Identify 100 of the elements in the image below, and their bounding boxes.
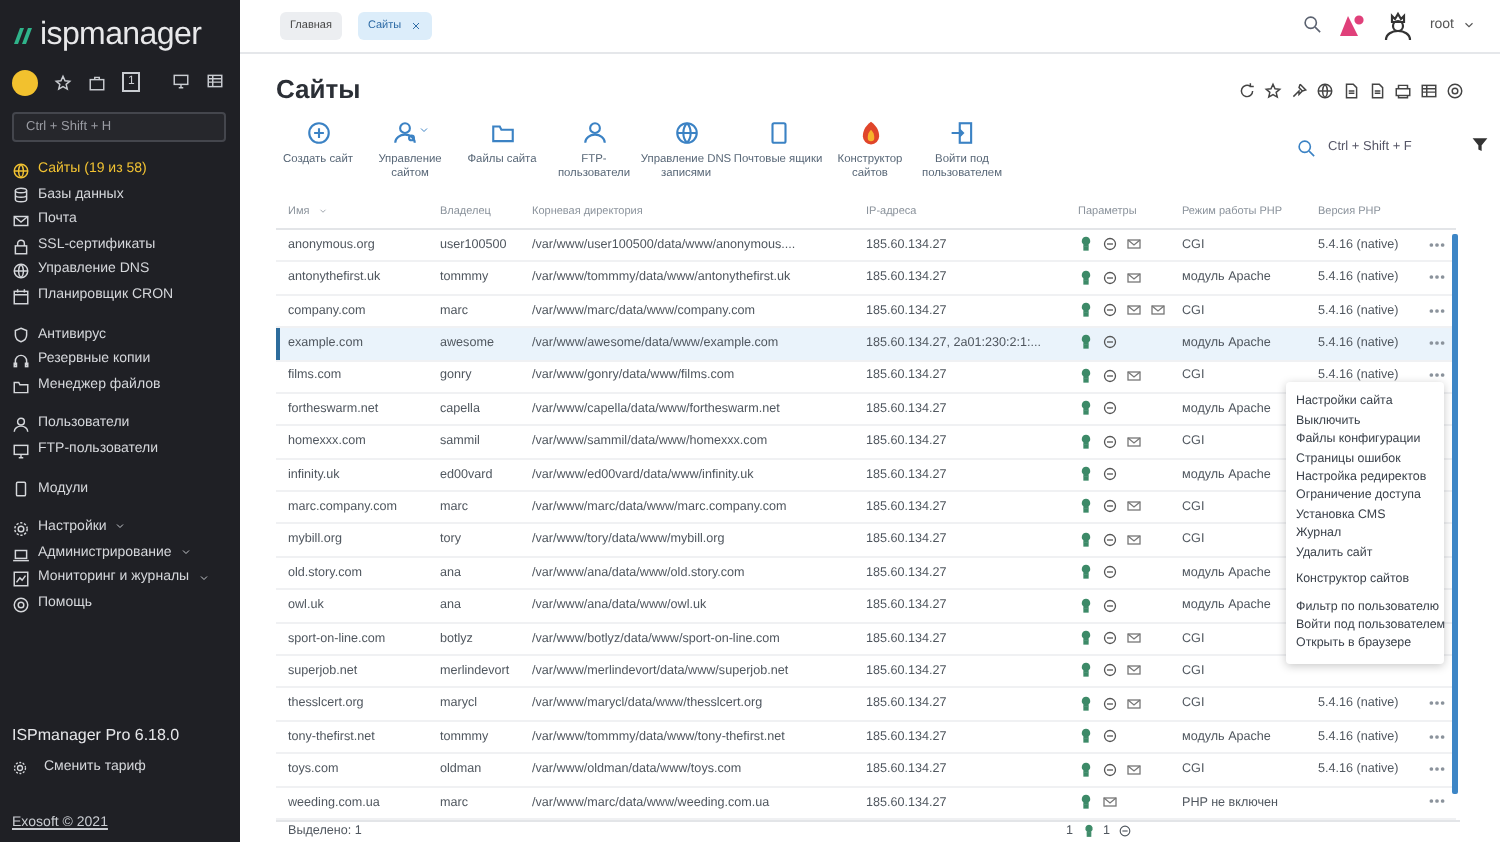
search-icon	[1296, 137, 1316, 158]
star-icon	[54, 73, 72, 91]
envelope-icon	[1126, 629, 1142, 646]
page-title: Сайты	[276, 74, 361, 107]
bulb-icon	[1078, 662, 1094, 679]
globe-icon	[12, 161, 30, 180]
minus-circle-icon	[1102, 597, 1118, 614]
alert-icon[interactable]	[1337, 13, 1366, 38]
logo-text: ispmanager	[40, 20, 202, 52]
minus-circle-icon	[1102, 695, 1118, 712]
bulb-icon	[1078, 793, 1094, 810]
user-gear-icon	[391, 119, 417, 146]
globe-icon	[1316, 81, 1334, 100]
minus-circle-icon	[1102, 400, 1118, 417]
tablet-icon	[12, 480, 30, 499]
table-icon	[1420, 81, 1438, 100]
minus-circle-icon	[1102, 334, 1118, 351]
version-text: ISPmanager Pro 6.18.0	[12, 723, 182, 748]
document-icon	[1342, 81, 1360, 100]
envelope-icon	[1126, 433, 1142, 450]
bulb-icon	[1078, 728, 1094, 745]
bulb-icon	[1078, 236, 1094, 253]
shield-icon	[12, 326, 30, 345]
minus-circle-icon	[1102, 498, 1118, 515]
globe-icon	[12, 262, 30, 281]
avatar-icon[interactable]	[12, 69, 38, 95]
envelope-icon	[1126, 367, 1142, 384]
briefcase-icon	[88, 73, 106, 91]
bulb-icon	[1078, 302, 1094, 319]
pin-icon	[1290, 81, 1308, 100]
bulb-icon	[1078, 629, 1094, 646]
envelope-icon	[1126, 269, 1142, 286]
chart-icon	[12, 570, 30, 589]
minus-circle-icon	[1102, 302, 1118, 319]
bulb-icon	[1078, 334, 1094, 351]
minus-circle-icon	[1102, 531, 1118, 548]
gear-icon	[12, 760, 28, 777]
minus-circle-icon	[1102, 662, 1118, 679]
bulb-icon	[1078, 695, 1094, 712]
star-icon	[1264, 81, 1282, 100]
envelope-icon	[1126, 662, 1142, 679]
printer-icon	[1394, 81, 1412, 100]
bulb-icon	[1078, 269, 1094, 286]
user-avatar-icon[interactable]	[1381, 9, 1414, 42]
user-icon	[581, 119, 607, 146]
minus-circle-icon	[1102, 236, 1118, 253]
caret-icon	[1462, 18, 1476, 33]
sort-icon	[317, 206, 328, 217]
logo-icon	[12, 26, 32, 46]
lifebuoy-icon	[12, 595, 30, 614]
folder-icon	[12, 377, 30, 396]
envelope-icon	[1126, 761, 1142, 777]
chevron-down-icon	[114, 520, 127, 533]
minus-circle-icon	[1102, 564, 1118, 581]
laptop-icon	[12, 545, 30, 564]
envelope-icon	[1102, 793, 1118, 810]
folder-icon	[489, 119, 515, 146]
envelope-icon	[1126, 236, 1142, 253]
search-icon	[1301, 14, 1322, 35]
gear-icon	[12, 519, 30, 538]
bulb-icon	[1078, 367, 1094, 384]
calendar-icon	[12, 287, 30, 306]
envelope-icon	[1150, 302, 1166, 319]
envelope-icon	[1126, 302, 1142, 319]
list-icon	[206, 71, 225, 90]
caret-icon	[417, 124, 429, 137]
minus-circle-icon	[1102, 367, 1118, 384]
bulb-icon	[1078, 465, 1094, 482]
minus-circle-icon	[1118, 824, 1133, 839]
bulb-icon	[1078, 531, 1094, 548]
minus-circle-icon	[1102, 761, 1118, 777]
minus-circle-icon	[1102, 728, 1118, 745]
envelope-icon	[1126, 531, 1142, 548]
envelope-icon	[1126, 498, 1142, 515]
bulb-icon	[1078, 498, 1094, 515]
monitor-icon	[172, 71, 191, 90]
door-arrow-icon	[949, 119, 975, 146]
lock-icon	[12, 237, 30, 256]
scrollbar[interactable]	[1452, 234, 1457, 795]
envelope-icon	[12, 211, 30, 230]
minus-circle-icon	[1102, 433, 1118, 450]
minus-circle-icon	[1102, 269, 1118, 286]
lifebuoy-icon	[1446, 81, 1464, 100]
envelope-icon	[1126, 695, 1142, 712]
user-icon	[12, 416, 30, 435]
tablet-icon	[765, 119, 791, 146]
minus-circle-icon	[1102, 465, 1118, 482]
headphones-icon	[12, 351, 30, 370]
database-icon	[12, 186, 30, 205]
minus-circle-icon	[1102, 629, 1118, 646]
globe-icon	[673, 119, 699, 146]
monitor-icon	[12, 441, 30, 460]
bulb-icon	[1078, 597, 1094, 614]
plus-circle-icon	[305, 119, 331, 146]
refresh-icon	[1238, 81, 1256, 100]
bulb-icon	[1081, 824, 1096, 839]
bulb-icon	[1078, 400, 1094, 417]
filter-icon	[1472, 136, 1488, 153]
bulb-icon	[1078, 564, 1094, 581]
bulb-icon	[1078, 761, 1094, 777]
